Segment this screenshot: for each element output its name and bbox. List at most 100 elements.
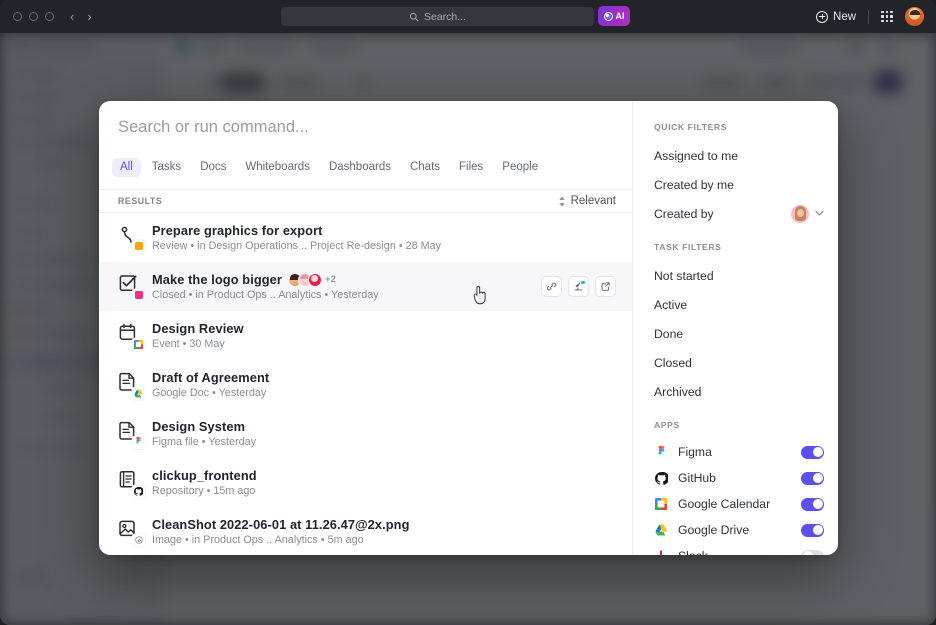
copy-link-button[interactable] — [541, 276, 562, 297]
result-row-design-system[interactable]: Design System Figma file • Yesterday — [99, 409, 632, 458]
maximize-window-button[interactable] — [45, 12, 54, 21]
filter-closed[interactable]: Closed — [633, 348, 838, 377]
filter-not-started[interactable]: Not started — [633, 261, 838, 290]
new-button-label: New — [833, 10, 857, 23]
new-button[interactable]: New — [816, 10, 857, 23]
tab-tasks[interactable]: Tasks — [144, 158, 189, 177]
result-meta: Closed • in Product Ops .. Analytics • Y… — [152, 289, 379, 301]
result-title: Design System — [152, 419, 246, 434]
filter-created-by-me[interactable]: Created by me — [633, 170, 838, 199]
task-filters-heading: TASK FILTERS — [654, 242, 722, 252]
command-search-input[interactable] — [118, 117, 632, 137]
tab-all[interactable]: All — [112, 157, 141, 177]
app-toggle-google-calendar[interactable] — [801, 497, 824, 511]
result-text: Make the logo bigger +2 Closed • in Prod… — [152, 272, 379, 301]
filter-active[interactable]: Active — [633, 290, 838, 319]
task-subtask-icon — [115, 223, 145, 253]
forward-icon[interactable]: › — [87, 10, 91, 23]
minimize-window-button[interactable] — [29, 12, 38, 21]
palette-search-row — [99, 101, 632, 153]
result-title: CleanShot 2022-06-01 at 11.26.47@2x.png — [152, 517, 410, 532]
result-title: Make the logo bigger — [152, 272, 282, 287]
link-icon — [546, 282, 557, 291]
apps-grid-icon[interactable] — [881, 10, 893, 23]
result-row-make-logo-bigger[interactable]: Make the logo bigger +2 Closed • in Prod… — [99, 262, 632, 311]
result-row-cleanshot-image[interactable]: CleanShot 2022-06-01 at 11.26.47@2x.png … — [99, 507, 632, 555]
tab-chats[interactable]: Chats — [402, 158, 448, 177]
google-drive-icon — [132, 386, 145, 400]
subscribe-button[interactable] — [568, 276, 589, 297]
filter-done[interactable]: Done — [633, 319, 838, 348]
tab-people[interactable]: People — [494, 158, 546, 177]
document-icon — [115, 419, 145, 449]
tab-whiteboards[interactable]: Whiteboards — [237, 158, 318, 177]
result-text: Draft of Agreement Google Doc • Yesterda… — [152, 370, 269, 399]
result-text: Prepare graphics for export Review • in … — [152, 223, 441, 252]
result-title-row: Make the logo bigger +2 — [152, 272, 379, 287]
result-title: clickup_frontend — [152, 468, 257, 483]
app-window: ‹ › Search... AI New Search or run comma… — [0, 0, 936, 625]
close-window-button[interactable] — [13, 12, 22, 21]
app-label: Slack — [678, 549, 708, 555]
calendar-icon — [115, 321, 145, 351]
active-status-dot — [580, 279, 586, 285]
avatar — [307, 272, 322, 287]
app-label: GitHub — [678, 471, 716, 485]
document-icon — [115, 370, 145, 400]
result-text: clickup_frontend Repository • 15m ago — [152, 468, 257, 497]
global-search-input[interactable]: Search... — [281, 7, 594, 26]
app-toggle-figma[interactable] — [801, 445, 824, 459]
app-toggle-google-drive[interactable] — [801, 523, 824, 537]
result-title: Prepare graphics for export — [152, 223, 323, 238]
filter-created-by[interactable]: Created by — [633, 199, 838, 228]
repository-icon — [115, 468, 145, 498]
filter-archived[interactable]: Archived — [633, 377, 838, 406]
back-icon[interactable]: ‹ — [70, 10, 74, 23]
ai-button[interactable]: AI — [598, 6, 630, 26]
filter-assigned-to-me[interactable]: Assigned to me — [633, 141, 838, 170]
result-text: CleanShot 2022-06-01 at 11.26.47@2x.png … — [152, 517, 410, 546]
assignee-avatars[interactable]: +2 — [287, 272, 336, 287]
result-meta: Google Doc • Yesterday — [152, 387, 267, 399]
tab-dashboards[interactable]: Dashboards — [321, 158, 399, 177]
github-icon — [654, 471, 668, 485]
result-row-draft-of-agreement[interactable]: Draft of Agreement Google Doc • Yesterda… — [99, 360, 632, 409]
google-calendar-icon — [132, 337, 145, 351]
palette-main-column: All Tasks Docs Whiteboards Dashboards Ch… — [99, 101, 632, 555]
figma-icon — [132, 435, 145, 449]
result-text: Design Review Event • 30 May — [152, 321, 244, 350]
chevron-down-icon[interactable] — [815, 208, 824, 219]
tab-docs[interactable]: Docs — [192, 158, 234, 177]
google-calendar-icon — [654, 497, 668, 511]
app-toggle-slack[interactable] — [801, 549, 824, 555]
result-row-clickup-frontend[interactable]: clickup_frontend Repository • 15m ago — [99, 458, 632, 507]
slack-icon — [654, 549, 668, 555]
app-row-github[interactable]: GitHub — [633, 465, 838, 491]
results-list: Prepare graphics for export Review • in … — [99, 213, 632, 555]
app-row-google-drive[interactable]: Google Drive — [633, 517, 838, 543]
google-drive-icon — [654, 523, 668, 537]
app-row-figma[interactable]: Figma — [633, 439, 838, 465]
task-checked-icon — [115, 272, 145, 302]
titlebar-right-actions: New — [816, 0, 924, 33]
result-title: Design Review — [152, 321, 244, 336]
app-row-slack[interactable]: Slack — [633, 543, 838, 555]
result-row-prepare-graphics[interactable]: Prepare graphics for export Review • in … — [99, 213, 632, 262]
nav-arrows[interactable]: ‹ › — [70, 10, 92, 23]
open-in-new-button[interactable] — [595, 276, 616, 297]
app-label: Figma — [678, 445, 712, 459]
sort-updown-icon — [558, 196, 566, 207]
result-meta: Repository • 15m ago — [152, 485, 256, 497]
result-row-design-review[interactable]: Design Review Event • 30 May — [99, 311, 632, 360]
tab-files[interactable]: Files — [451, 158, 491, 177]
sort-control[interactable]: Relevant — [558, 195, 616, 207]
divider — [868, 9, 870, 24]
attachment-icon — [132, 533, 145, 547]
avatar[interactable] — [791, 204, 809, 223]
app-row-google-calendar[interactable]: Google Calendar — [633, 491, 838, 517]
user-avatar[interactable] — [905, 7, 924, 26]
traffic-lights[interactable] — [13, 12, 54, 21]
search-icon — [409, 12, 419, 21]
app-toggle-github[interactable] — [801, 471, 824, 485]
result-meta: Review • in Design Operations .. Project… — [152, 240, 442, 252]
